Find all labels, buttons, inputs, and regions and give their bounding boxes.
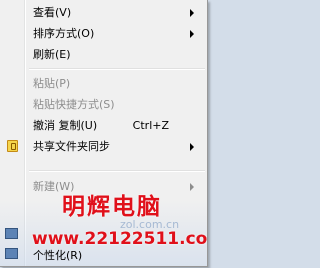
menu-item-label: 共享文件夹同步 [33, 140, 110, 153]
menu-item-refresh[interactable]: 刷新(E) [2, 44, 205, 65]
context-menu: 查看(V) 排序方式(O) 刷新(E) 粘贴(P) 粘贴快捷方式(S) 撤消 复… [0, 0, 208, 267]
menu-item-sort-by[interactable]: 排序方式(O) [2, 23, 205, 44]
menu-item-label: 排序方式(O) [33, 27, 95, 40]
menu-separator [29, 170, 205, 172]
submenu-arrow-icon [190, 9, 194, 17]
submenu-arrow-icon [190, 30, 194, 38]
menu-item-label: 撤消 复制(U) [33, 119, 98, 132]
menu-item-view[interactable]: 查看(V) [2, 2, 205, 23]
menu-item-label: 刷新(E) [33, 48, 71, 61]
menu-item-paste-shortcut[interactable]: 粘贴快捷方式(S) [2, 94, 205, 115]
menu-item-shared-folder-sync[interactable]: 共享文件夹同步 [2, 136, 205, 157]
menu-item-undo-copy[interactable]: 撤消 复制(U) Ctrl+Z [2, 115, 205, 136]
menu-item-paste[interactable]: 粘贴(P) [2, 73, 205, 94]
watermark-url: www.22122511.com [32, 229, 208, 249]
submenu-arrow-icon [190, 143, 194, 151]
watermark-title: 明辉电脑 [62, 194, 162, 220]
menu-item-label: 查看(V) [33, 6, 72, 19]
menu-item-shortcut: Ctrl+Z [132, 119, 169, 132]
menu-item-label: 粘贴快捷方式(S) [33, 98, 115, 111]
menu-separator [29, 68, 205, 70]
folder-sync-icon [7, 140, 18, 152]
submenu-arrow-icon [190, 183, 194, 191]
screen-resolution-icon [5, 228, 18, 239]
menu-item-label: 粘贴(P) [33, 77, 71, 90]
